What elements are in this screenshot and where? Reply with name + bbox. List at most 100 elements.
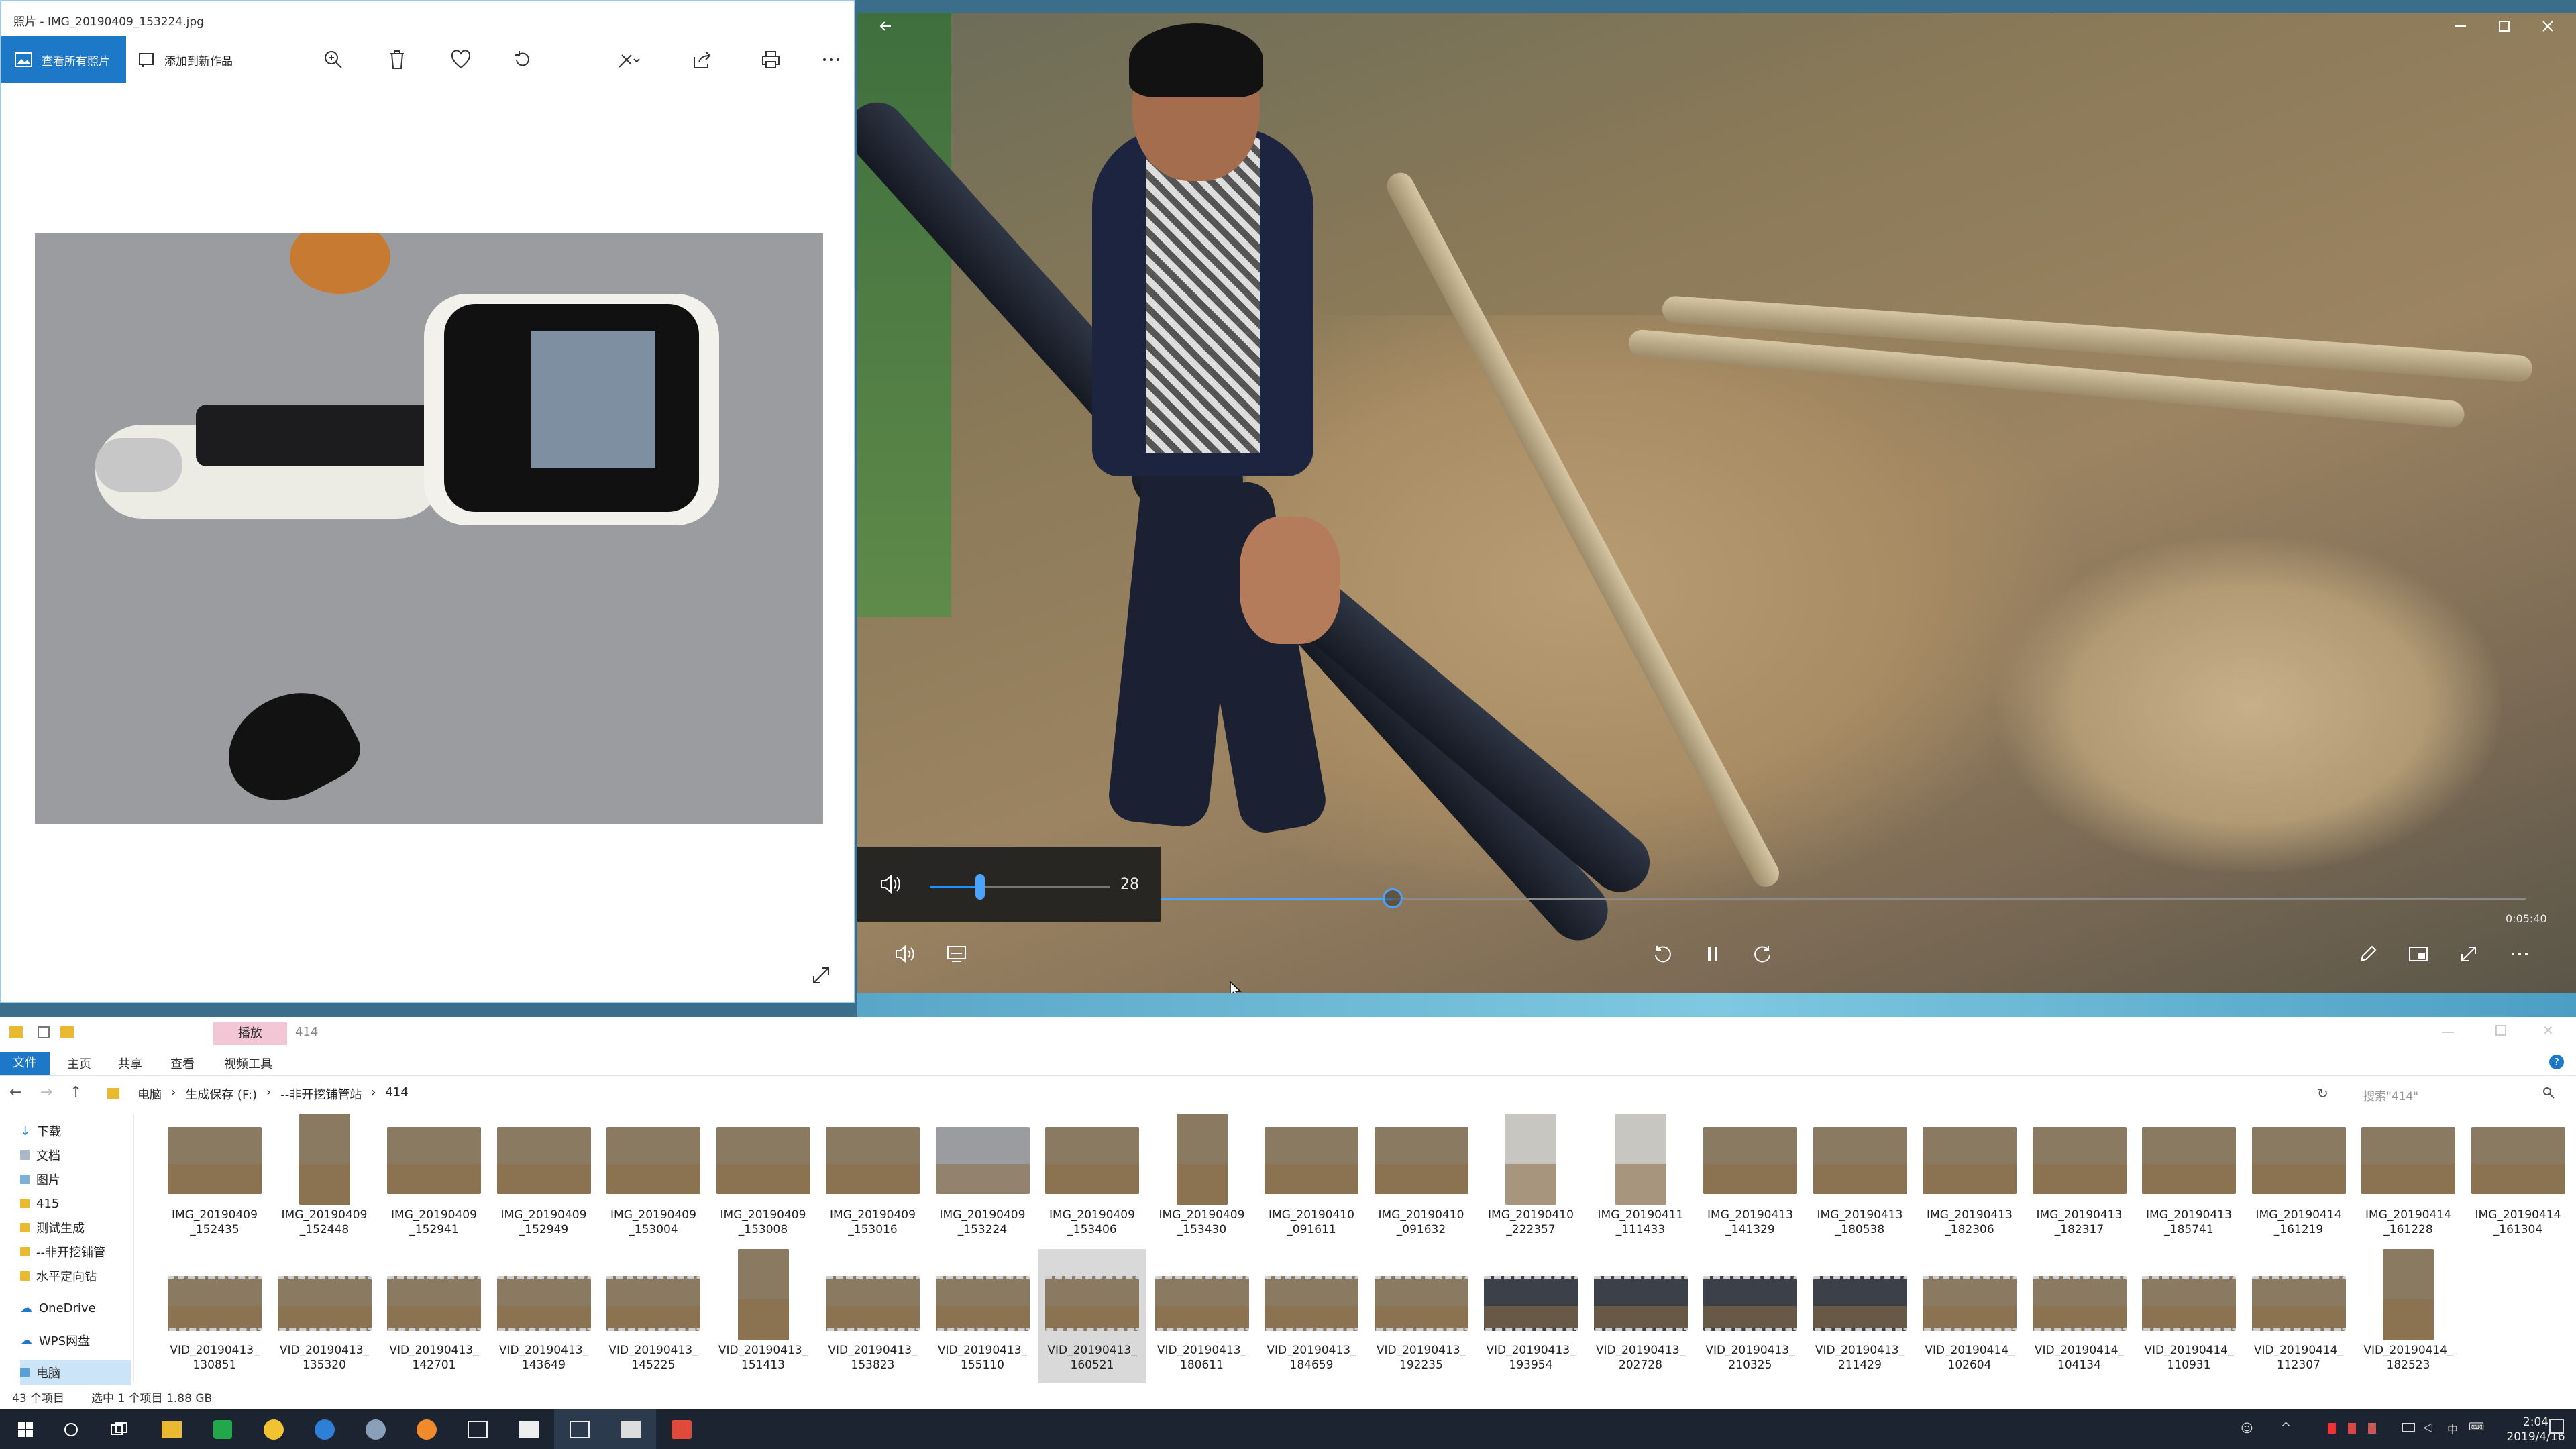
back-icon[interactable]	[865, 16, 906, 36]
nav-item[interactable]: ↓ 下载	[20, 1119, 131, 1143]
add-to-creation-button[interactable]: 添加到新作品	[139, 36, 233, 83]
help-icon[interactable]: ?	[2549, 1055, 2564, 1069]
fullscreen-icon[interactable]	[2450, 936, 2487, 971]
task-view-icon[interactable]	[94, 1409, 145, 1449]
explorer-maximize-icon[interactable]	[2496, 1025, 2506, 1036]
file-item[interactable]: VID_20190413_ 155110	[929, 1249, 1036, 1383]
nav-item-onedrive[interactable]: ☁ OneDrive	[20, 1296, 131, 1320]
file-item[interactable]: VID_20190413_ 210325	[1697, 1249, 1804, 1383]
new-folder-icon[interactable]	[60, 1026, 74, 1038]
volume-slider-thumb[interactable]	[975, 874, 985, 900]
file-item[interactable]: IMG_20190414 _161228	[2355, 1114, 2462, 1248]
ime-icon[interactable]: 中	[2447, 1420, 2458, 1436]
file-item[interactable]: IMG_20190409 _153016	[819, 1114, 926, 1248]
file-item[interactable]: VID_20190414_ 112307	[2245, 1249, 2353, 1383]
file-item[interactable]: IMG_20190409 _153008	[710, 1114, 817, 1248]
print-icon[interactable]	[754, 36, 788, 83]
video-more-icon[interactable]	[2501, 936, 2538, 971]
tab-share[interactable]: 共享	[118, 1055, 142, 1072]
terminal-icon[interactable]	[503, 1409, 554, 1449]
delete-icon[interactable]	[380, 36, 414, 83]
file-item[interactable]: IMG_20190409 _153224	[929, 1114, 1036, 1248]
photos-app-icon[interactable]	[554, 1409, 605, 1449]
bird-icon[interactable]	[350, 1409, 401, 1449]
more-icon[interactable]	[814, 36, 848, 83]
movies-app-icon[interactable]	[605, 1409, 656, 1449]
share-icon[interactable]	[686, 36, 719, 83]
heart-icon[interactable]	[444, 36, 478, 83]
back-arrow-icon[interactable]: ←	[9, 1084, 21, 1101]
forward-30-icon[interactable]	[1744, 936, 1782, 971]
expand-icon[interactable]	[806, 961, 836, 990]
edit-icon[interactable]	[612, 36, 645, 83]
app-green-icon[interactable]	[197, 1409, 248, 1449]
file-item[interactable]: VID_20190413_ 192235	[1368, 1249, 1475, 1383]
breadcrumb-folder[interactable]: --非开挖铺管站	[280, 1085, 362, 1103]
refresh-icon[interactable]: ↻	[2317, 1085, 2328, 1102]
file-item[interactable]: VID_20190413_ 135320	[271, 1249, 378, 1383]
file-item[interactable]: IMG_20190414 _161219	[2245, 1114, 2353, 1248]
file-item[interactable]: VID_20190413_ 153823	[819, 1249, 926, 1383]
people-icon[interactable]: ☺	[2241, 1421, 2253, 1436]
nav-item[interactable]: 水平定向钻	[20, 1264, 131, 1288]
seek-bar-thumb[interactable]	[1382, 888, 1403, 908]
nav-item[interactable]: 415	[20, 1191, 131, 1216]
view-all-photos-button[interactable]: 查看所有照片	[1, 36, 126, 83]
tray-app-icon[interactable]	[2328, 1423, 2336, 1434]
notification-icon[interactable]	[2549, 1419, 2564, 1434]
file-item[interactable]: VID_20190413_ 211429	[1807, 1249, 1914, 1383]
checkbox-icon[interactable]	[38, 1026, 50, 1038]
fox-icon[interactable]	[401, 1409, 452, 1449]
file-item[interactable]: IMG_20190413 _180538	[1807, 1114, 1914, 1248]
file-item[interactable]: IMG_20190409 _153406	[1038, 1114, 1146, 1248]
tab-file[interactable]: 文件	[0, 1052, 50, 1075]
file-item[interactable]: IMG_20190413 _185741	[2135, 1114, 2243, 1248]
file-item[interactable]: IMG_20190409 _152949	[490, 1114, 598, 1248]
network-icon[interactable]	[2402, 1423, 2415, 1432]
nav-item[interactable]: 测试生成	[20, 1216, 131, 1240]
pen-icon[interactable]	[2349, 936, 2387, 971]
file-item[interactable]: IMG_20190414 _161304	[2465, 1114, 2572, 1248]
file-item[interactable]: IMG_20190413 _141329	[1697, 1114, 1804, 1248]
file-item[interactable]: VID_20190413_ 130851	[161, 1249, 268, 1383]
file-item[interactable]: IMG_20190413 _182317	[2026, 1114, 2133, 1248]
nav-item[interactable]: 文档	[20, 1143, 131, 1167]
zoom-icon[interactable]	[317, 36, 350, 83]
rewind-10-icon[interactable]	[1644, 936, 1681, 971]
window-app-icon[interactable]	[452, 1409, 503, 1449]
search-input[interactable]: 搜索"414"	[2358, 1084, 2553, 1104]
pause-icon[interactable]	[1694, 936, 1731, 971]
breadcrumb-drive[interactable]: 生成保存 (F:)	[185, 1085, 257, 1103]
file-item[interactable]: IMG_20190411 _111433	[1587, 1114, 1695, 1248]
close-icon[interactable]	[2528, 16, 2568, 36]
maximize-icon[interactable]	[2484, 16, 2524, 36]
volume-icon[interactable]	[879, 872, 903, 899]
file-item[interactable]: VID_20190414_ 104134	[2026, 1249, 2133, 1383]
tab-view[interactable]: 查看	[170, 1055, 195, 1072]
file-item[interactable]: VID_20190414_ 102604	[1916, 1249, 2023, 1383]
breadcrumb-pc[interactable]: 电脑	[138, 1085, 162, 1103]
explorer-minimize-icon[interactable]	[2442, 1032, 2454, 1033]
chevron-up-icon[interactable]: ^	[2281, 1420, 2291, 1434]
up-arrow-icon[interactable]: ↑	[70, 1084, 82, 1101]
tray-app-icon[interactable]	[2368, 1423, 2376, 1434]
file-item[interactable]: IMG_20190409 _153004	[600, 1114, 707, 1248]
file-item[interactable]: VID_20190414_ 182523	[2355, 1249, 2462, 1383]
speaker-icon[interactable]: ◁	[2423, 1420, 2432, 1434]
file-item[interactable]: VID_20190413_ 180611	[1148, 1249, 1256, 1383]
file-item[interactable]: IMG_20190409 _152941	[380, 1114, 488, 1248]
forward-arrow-icon[interactable]: →	[40, 1084, 52, 1101]
file-item-selected[interactable]: VID_20190413_ 160521	[1038, 1249, 1146, 1383]
mini-view-icon[interactable]	[2400, 936, 2437, 971]
file-item[interactable]: IMG_20190410 _091611	[1258, 1114, 1365, 1248]
file-item[interactable]: IMG_20190410 _222357	[1477, 1114, 1585, 1248]
file-item[interactable]: IMG_20190409 _152435	[161, 1114, 268, 1248]
nav-item-wps[interactable]: ☁ WPS网盘	[20, 1328, 131, 1352]
rotate-icon[interactable]	[506, 36, 539, 83]
keyboard-icon[interactable]: ⌨	[2469, 1420, 2484, 1433]
search-icon[interactable]	[2542, 1087, 2555, 1102]
tab-home[interactable]: 主页	[67, 1055, 91, 1072]
volume-button-icon[interactable]	[887, 936, 924, 971]
breadcrumb-current[interactable]: 414	[385, 1085, 408, 1103]
tab-video-tools[interactable]: 视频工具	[224, 1055, 272, 1072]
